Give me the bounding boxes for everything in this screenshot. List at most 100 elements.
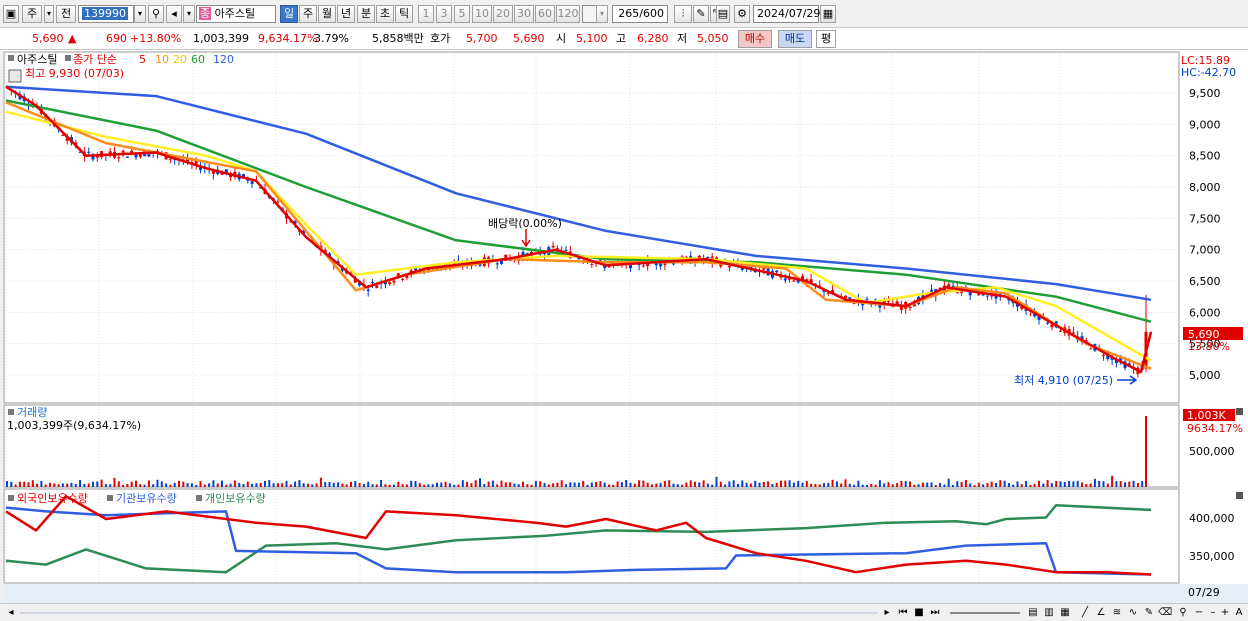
market-button[interactable]: 주 — [22, 5, 42, 23]
period-second-button[interactable]: 초 — [376, 5, 394, 23]
volume-bar — [195, 484, 198, 487]
candle-body — [1089, 348, 1093, 350]
code-dropdown-icon[interactable]: ▾ — [134, 5, 146, 23]
speaker-icon[interactable]: ◂ — [166, 5, 182, 23]
period-month-button[interactable]: 월 — [318, 5, 336, 23]
current-price: 5,690 — [32, 32, 64, 45]
eval-button[interactable]: 평 — [816, 30, 836, 48]
volume-bar — [659, 483, 662, 487]
fibo-icon[interactable]: ≋ — [1110, 606, 1124, 620]
stop-icon[interactable]: ■ — [912, 606, 926, 620]
prev-button[interactable]: 전 — [56, 5, 76, 23]
zoom-out-icon[interactable]: − — [1192, 606, 1206, 620]
clear-icon[interactable]: ⌫ — [1158, 606, 1172, 620]
volume-tag-value: 1,003K — [1187, 409, 1226, 422]
wave-icon[interactable]: ∿ — [1126, 606, 1140, 620]
volume-bar — [1115, 481, 1118, 487]
volume-bar — [969, 483, 972, 487]
tool-icon-1[interactable]: ▤ — [1026, 606, 1040, 620]
interval-5-button[interactable]: 5 — [454, 5, 470, 23]
stock-chart[interactable]: 9,500 9,000 8,500 8,000 7,500 7,000 6,500 6,000… — [3, 50, 1248, 603]
interval-1-button[interactable]: 1 — [418, 5, 434, 23]
search-icon[interactable]: ⚲ — [148, 5, 164, 23]
volume-bar — [233, 480, 236, 487]
volume-bar — [466, 481, 469, 487]
holdings-panel-close-icon[interactable] — [1236, 492, 1243, 499]
stock-code-input[interactable]: 139990 — [78, 5, 134, 23]
period-year-button[interactable]: 년 — [337, 5, 355, 23]
volume-bar — [259, 483, 262, 487]
legend-ma20: 20 — [173, 53, 187, 66]
volume-bar — [130, 481, 133, 487]
tool-icon-3[interactable]: ▦ — [1058, 606, 1072, 620]
volume-bar — [780, 480, 782, 487]
scroll-track[interactable] — [20, 612, 878, 614]
candle-type-icon[interactable]: ⫶ — [674, 5, 692, 23]
scroll-right-icon[interactable]: ▸ — [880, 606, 894, 620]
save-icon[interactable]: ▤ — [716, 5, 730, 23]
angle-line-icon[interactable]: ∠ — [1094, 606, 1108, 620]
volume-bar — [982, 484, 985, 487]
first-page-icon[interactable]: ⏮ — [896, 606, 910, 620]
speaker-dropdown-icon[interactable]: ▾ — [183, 5, 195, 23]
volume-bar — [771, 484, 774, 487]
sell-button[interactable]: 매도 — [778, 30, 812, 48]
volume-bar — [70, 482, 73, 487]
trade-amount: 5,858백만 — [372, 32, 424, 45]
volume-bar — [307, 483, 309, 487]
draw-tool-icon[interactable]: ✎ — [693, 5, 709, 23]
period-tick-button[interactable]: 틱 — [395, 5, 413, 23]
legend-ma10: 10 — [155, 53, 169, 66]
holdings-legend-box-icon-3 — [196, 495, 202, 501]
interval-20-button[interactable]: 20 — [493, 5, 513, 23]
zoom-slider[interactable] — [950, 612, 1020, 614]
volume-bar — [823, 483, 825, 487]
volume-panel-close-icon[interactable] — [1236, 408, 1243, 415]
bar-count-field[interactable]: 265/600 — [612, 5, 668, 23]
interval-60-button[interactable]: 60 — [535, 5, 555, 23]
volume-bar — [251, 483, 254, 487]
period-day-button[interactable]: 일 — [280, 5, 298, 23]
volume-bar — [728, 481, 731, 487]
volume-bar — [328, 482, 331, 487]
candle-body — [1046, 322, 1050, 324]
calendar-toggle-icon[interactable] — [8, 69, 22, 83]
chart-menu-icon[interactable]: ▣ — [3, 5, 19, 23]
volume-bar — [427, 484, 430, 487]
gear-icon[interactable]: ⚙ — [734, 5, 750, 23]
period-week-button[interactable]: 주 — [299, 5, 317, 23]
volume-bar — [896, 483, 899, 487]
text-tool-icon[interactable]: A — [1232, 606, 1246, 620]
interval-dropdown-icon[interactable]: ▾ — [596, 5, 608, 23]
volume-bar — [599, 481, 602, 487]
calendar-icon[interactable]: ▦ — [820, 5, 836, 23]
last-page-icon[interactable]: ⏭ — [928, 606, 942, 620]
date-input[interactable]: 2024/07/29 — [753, 5, 820, 23]
stock-name-field[interactable]: 종 아주스틸 — [196, 5, 276, 23]
volume-bar — [792, 482, 795, 487]
bottom-scrollbar[interactable]: ◂ ▸ ⏮ ■ ⏭ ▤ ▥ ▦ ╱ ∠ ≋ ∿ ✎ ⌫ ⚲ − – + A — [0, 603, 1248, 621]
change-amount: 690 — [106, 32, 127, 45]
volume-bar — [165, 483, 168, 487]
buy-button[interactable]: 매수 — [738, 30, 772, 48]
zoom-in-icon[interactable]: + — [1218, 606, 1232, 620]
market-dropdown-icon[interactable]: ▾ — [44, 5, 54, 23]
interval-3-button[interactable]: 3 — [436, 5, 452, 23]
candle-body — [138, 154, 142, 158]
volume-bar — [719, 481, 722, 487]
pen-icon[interactable]: ✎ — [1142, 606, 1156, 620]
candle-body — [405, 275, 409, 278]
trend-line-icon[interactable]: ╱ — [1078, 606, 1092, 620]
period-minute-button[interactable]: 분 — [357, 5, 375, 23]
interval-30-button[interactable]: 30 — [514, 5, 534, 23]
tool-icon-2[interactable]: ▥ — [1042, 606, 1056, 620]
volume-bar — [797, 480, 800, 487]
price-ytick: 8,500 — [1189, 150, 1221, 163]
volume-bar — [246, 481, 249, 487]
candle-body — [87, 151, 91, 153]
interval-120-button[interactable]: 120 — [556, 5, 580, 23]
interval-10-button[interactable]: 10 — [472, 5, 492, 23]
volume-bar — [1102, 481, 1105, 487]
zoom-search-icon[interactable]: ⚲ — [1176, 606, 1190, 620]
scroll-left-icon[interactable]: ◂ — [4, 606, 18, 620]
